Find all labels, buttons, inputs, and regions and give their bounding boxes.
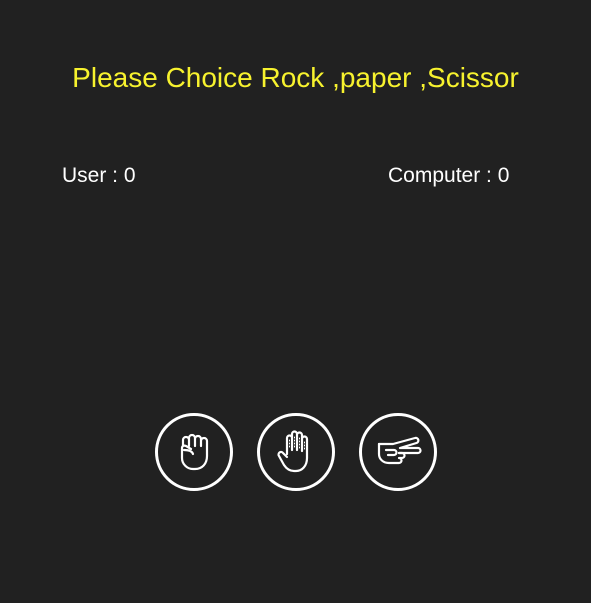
user-score: User : 0 bbox=[62, 162, 136, 190]
computer-score: Computer : 0 bbox=[388, 162, 509, 190]
choice-buttons bbox=[0, 413, 591, 491]
rock-button[interactable] bbox=[154, 413, 233, 491]
score-separator: : bbox=[480, 164, 498, 187]
user-score-value: 0 bbox=[123, 164, 136, 187]
scissors-button[interactable] bbox=[358, 413, 437, 491]
fist-icon bbox=[180, 433, 208, 471]
computer-score-value: 0 bbox=[497, 164, 510, 187]
computer-score-label: Computer bbox=[388, 164, 481, 187]
scissors-hand-icon bbox=[377, 436, 422, 465]
score-separator: : bbox=[106, 164, 124, 187]
user-score-label: User bbox=[62, 164, 107, 187]
page-title: Please Choice Rock ,paper ,Scissor bbox=[72, 62, 519, 93]
open-hand-icon bbox=[276, 430, 308, 473]
paper-button[interactable] bbox=[256, 413, 335, 491]
